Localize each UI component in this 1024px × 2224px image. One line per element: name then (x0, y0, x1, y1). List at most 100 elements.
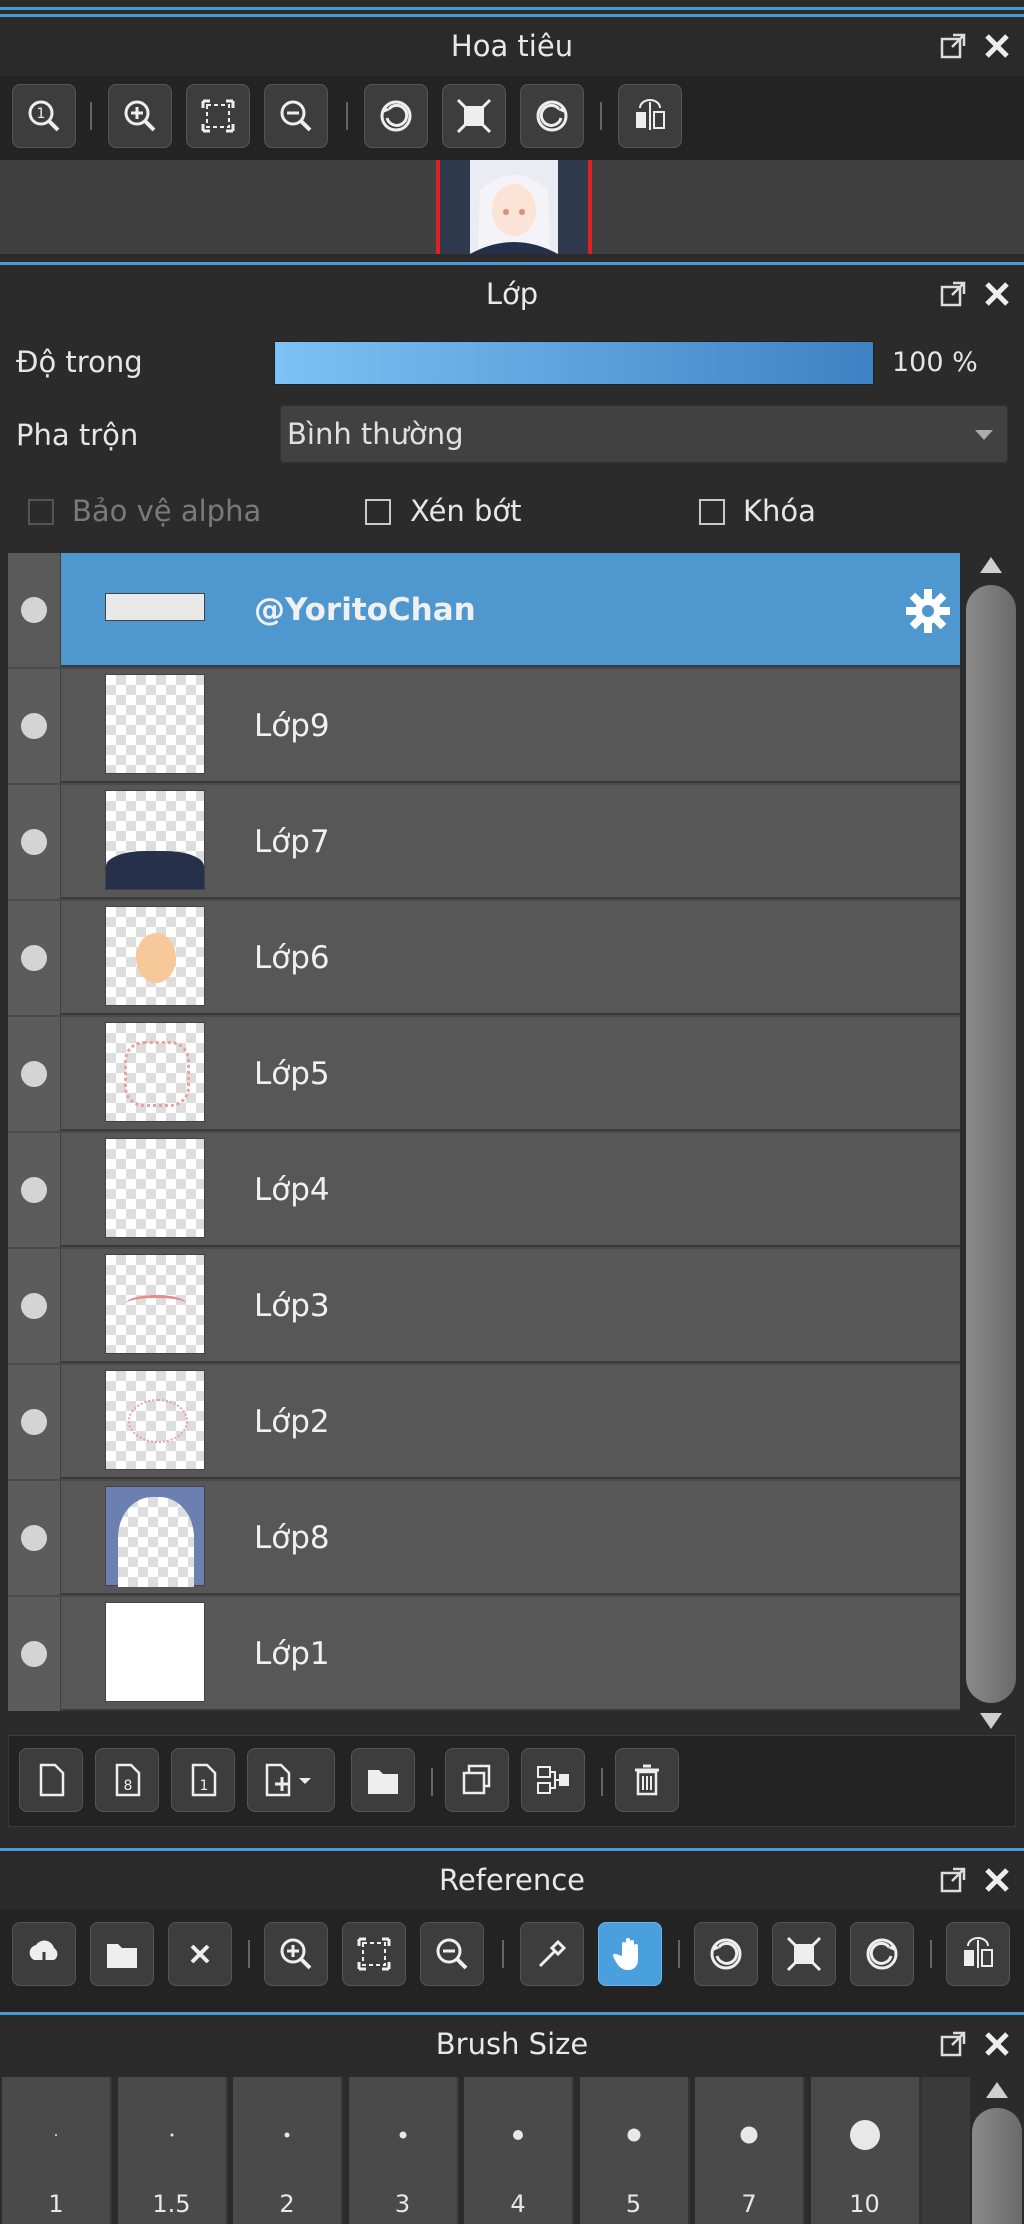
rotate-left-button[interactable] (694, 1922, 758, 1986)
zoom-actual-button[interactable]: 1 (12, 84, 76, 148)
visibility-dot-icon (21, 713, 47, 739)
brush-size-option[interactable]: 7 (695, 2077, 805, 2224)
eyedropper-button[interactable] (520, 1922, 584, 1986)
blend-mode-select[interactable]: Bình thường (280, 405, 1008, 463)
add-layer-menu-button[interactable] (247, 1748, 335, 1812)
opacity-slider[interactable] (274, 341, 874, 385)
layer-name: Lớp2 (254, 1404, 330, 1440)
navigator-preview-area[interactable] (0, 160, 1024, 254)
layer-visibility-toggle[interactable] (8, 1249, 61, 1363)
zoom-in-button[interactable] (264, 1922, 328, 1986)
brush-size-label: 2 (279, 2190, 295, 2218)
brush-size-option[interactable]: 2 (233, 2077, 343, 2224)
brush-size-option[interactable]: 1.5 (117, 2077, 228, 2224)
new-1bit-layer-button[interactable]: 1 (171, 1748, 235, 1812)
layer-name: Lớp6 (254, 940, 330, 976)
separator (502, 1940, 504, 1968)
layer-visibility-toggle[interactable] (8, 1365, 61, 1479)
layer-name: Lớp1 (254, 1636, 330, 1672)
rotate-left-button[interactable] (364, 84, 428, 148)
layer-row[interactable]: Lớp3 (8, 1249, 960, 1363)
zoom-in-button[interactable] (108, 84, 172, 148)
layer-row[interactable]: @YoritoChan (8, 553, 960, 667)
layer-visibility-toggle[interactable] (8, 1133, 61, 1247)
layer-row[interactable]: Lớp1 (8, 1597, 960, 1711)
new-layer-button[interactable] (19, 1748, 83, 1812)
separator (678, 1940, 680, 1968)
cloud-download-button[interactable] (12, 1922, 76, 1986)
separator (601, 1768, 603, 1796)
rotate-right-button[interactable] (850, 1922, 914, 1986)
layer-row[interactable]: Lớp2 (8, 1365, 960, 1479)
separator (248, 1940, 250, 1968)
layer-visibility-toggle[interactable] (8, 1481, 61, 1595)
brush-size-option[interactable]: 1 (2, 2077, 112, 2224)
zoom-out-button[interactable] (264, 84, 328, 148)
popout-icon[interactable] (938, 31, 968, 61)
visibility-dot-icon (21, 1177, 47, 1203)
layer-visibility-toggle[interactable] (8, 1597, 61, 1711)
new-folder-button[interactable] (351, 1748, 415, 1812)
layer-thumbnail (105, 1138, 205, 1238)
layer-visibility-toggle[interactable] (8, 901, 61, 1015)
brush-size-option[interactable]: 4 (464, 2077, 574, 2224)
close-reference-button[interactable] (168, 1922, 232, 1986)
popout-icon[interactable] (938, 279, 968, 309)
layer-row[interactable]: Lớp8 (8, 1481, 960, 1595)
scroll-up-icon[interactable] (986, 2082, 1008, 2098)
reset-view-button[interactable] (772, 1922, 836, 1986)
separator (930, 1940, 932, 1968)
popout-icon[interactable] (938, 1865, 968, 1895)
brush-size-option[interactable]: 3 (348, 2077, 459, 2224)
scroll-down-icon[interactable] (980, 1713, 1002, 1729)
layer-thumbnail (105, 906, 205, 1006)
zoom-out-button[interactable] (420, 1922, 484, 1986)
duplicate-layer-button[interactable] (445, 1748, 509, 1812)
layer-panel-header: Lớp (0, 262, 1024, 324)
layer-list: @YoritoChan Lớp9 Lớp7 Lớp6 Lớp5 Lớp4 Lớp… (8, 553, 960, 1711)
close-icon[interactable] (982, 1865, 1012, 1895)
layer-visibility-toggle[interactable] (8, 669, 61, 783)
fit-screen-button[interactable] (186, 84, 250, 148)
visibility-dot-icon (21, 829, 47, 855)
navigator-header: Hoa tiêu (0, 14, 1024, 76)
reset-view-button[interactable] (442, 84, 506, 148)
visibility-dot-icon (21, 1293, 47, 1319)
fit-screen-button[interactable] (342, 1922, 406, 1986)
brush-scrollbar-thumb[interactable] (972, 2108, 1022, 2224)
layer-visibility-toggle[interactable] (8, 1017, 61, 1131)
layer-scrollbar-thumb[interactable] (966, 585, 1016, 1703)
brush-dot-icon (513, 2130, 523, 2140)
close-icon[interactable] (982, 2029, 1012, 2059)
popout-icon[interactable] (938, 2029, 968, 2059)
scroll-up-icon[interactable] (980, 557, 1002, 573)
navigator-toolbar: 1 (0, 76, 1024, 160)
layer-visibility-toggle[interactable] (8, 553, 61, 667)
brush-size-option[interactable]: 5 (579, 2077, 690, 2224)
new-8bit-layer-button[interactable]: 8 (95, 1748, 159, 1812)
clipping-checkbox[interactable] (365, 499, 391, 525)
merge-layer-button[interactable] (521, 1748, 585, 1812)
flip-horizontal-button[interactable] (618, 84, 682, 148)
brush-size-option[interactable]: 10 (810, 2077, 921, 2224)
layer-row[interactable]: Lớp9 (8, 669, 960, 783)
gear-icon[interactable] (904, 587, 952, 635)
hand-tool-button[interactable] (598, 1922, 662, 1986)
flip-horizontal-button[interactable] (946, 1922, 1010, 1986)
layer-row[interactable]: Lớp7 (8, 785, 960, 899)
layer-row[interactable]: Lớp4 (8, 1133, 960, 1247)
layer-row[interactable]: Lớp5 (8, 1017, 960, 1131)
navigator-viewport-frame[interactable] (436, 160, 592, 254)
open-folder-button[interactable] (90, 1922, 154, 1986)
protect-alpha-checkbox[interactable] (28, 499, 54, 525)
layer-visibility-toggle[interactable] (8, 785, 61, 899)
rotate-right-button[interactable] (520, 84, 584, 148)
delete-layer-button[interactable] (615, 1748, 679, 1812)
brush-dot-icon (284, 2132, 290, 2138)
lock-label: Khóa (743, 494, 816, 528)
lock-checkbox[interactable] (699, 499, 725, 525)
close-icon[interactable] (982, 279, 1012, 309)
close-icon[interactable] (982, 31, 1012, 61)
navigator-title: Hoa tiêu (450, 29, 574, 63)
layer-row[interactable]: Lớp6 (8, 901, 960, 1015)
